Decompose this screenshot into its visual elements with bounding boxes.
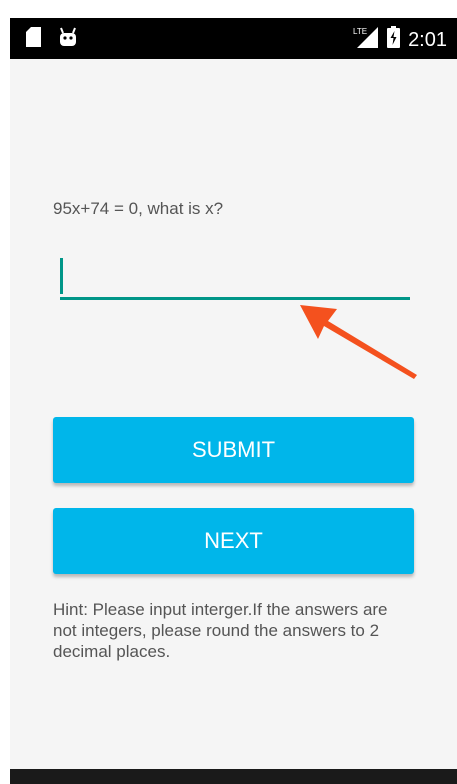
navigation-bar <box>10 769 457 784</box>
app-screen: LTE 2:01 95x+74 = 0, what is x? SUBMIT N… <box>0 0 457 784</box>
next-button[interactable]: NEXT <box>53 508 414 574</box>
sd-card-icon <box>26 27 42 52</box>
status-bar: LTE 2:01 <box>10 18 457 59</box>
status-left-icons <box>26 27 78 52</box>
lte-label: LTE <box>353 27 367 36</box>
status-right-icons: LTE 2:01 <box>353 26 447 53</box>
question-text: 95x+74 = 0, what is x? <box>53 199 224 218</box>
submit-button[interactable]: SUBMIT <box>53 417 414 483</box>
android-icon <box>58 27 78 52</box>
text-cursor <box>60 258 63 294</box>
battery-charging-icon <box>387 26 401 53</box>
hint-text: Hint: Please input interger.If the answe… <box>53 600 388 661</box>
answer-input[interactable] <box>60 257 410 300</box>
top-edge <box>0 0 457 10</box>
status-time: 2:01 <box>408 28 447 51</box>
annotation-arrow-icon <box>292 295 422 390</box>
lte-signal-icon: LTE <box>353 26 379 53</box>
main-content: 95x+74 = 0, what is x? SUBMIT NEXT Hint:… <box>10 59 457 769</box>
